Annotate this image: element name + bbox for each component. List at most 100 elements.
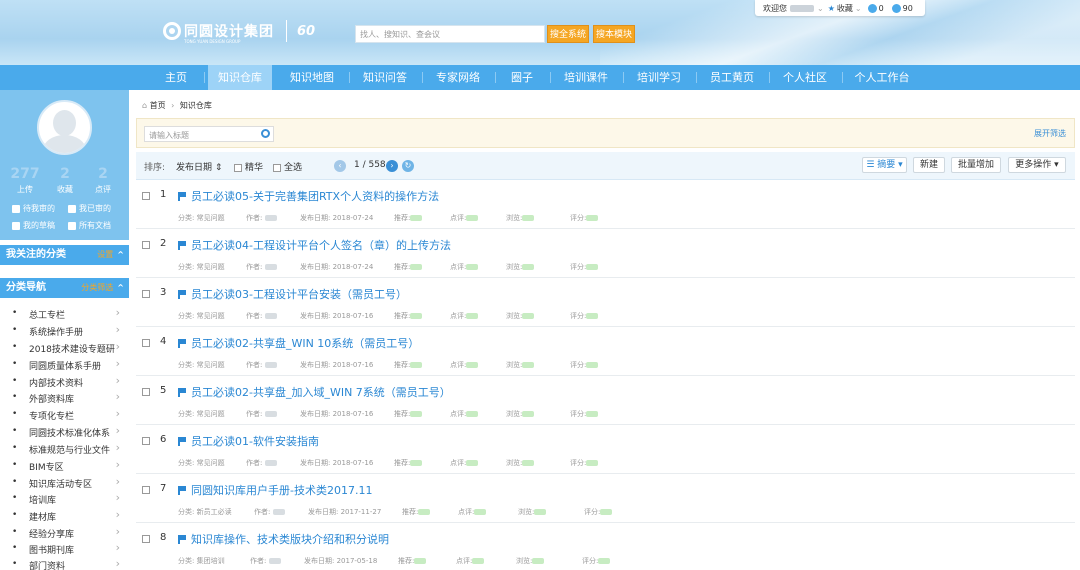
row-date: 发布日期: 2017-05-18 xyxy=(304,557,378,565)
message-icon[interactable] xyxy=(891,3,901,13)
row-checkbox[interactable] xyxy=(142,388,150,396)
checkbox-icon[interactable] xyxy=(273,163,281,172)
message-count[interactable]: 90 xyxy=(903,4,913,13)
comment-count[interactable]: 2 xyxy=(88,166,118,182)
chevron-up-icon[interactable]: ^ xyxy=(117,283,124,292)
row-title-text[interactable]: 员工必读02-共享盘_加入域_WIN 7系统（需员工号） xyxy=(191,386,451,399)
category-item[interactable]: 内部技术资料 xyxy=(12,376,120,389)
upload-count[interactable]: 277 xyxy=(10,166,40,182)
batch-add-button[interactable]: 批量增加 xyxy=(951,157,1001,173)
nav-knowledge-map[interactable]: 知识地图 xyxy=(281,65,343,90)
category-item[interactable]: 同圆技术标准化体系 xyxy=(12,426,120,439)
category-item[interactable]: 建材库 xyxy=(12,510,120,523)
nav-knowledge-qa[interactable]: 知识问答 xyxy=(354,65,416,90)
category-nav-header[interactable]: 分类导航 分类筛选 ^ xyxy=(0,278,129,298)
chevron-down-icon[interactable]: ⌄ xyxy=(817,4,824,13)
notice-count[interactable]: 0 xyxy=(879,4,884,13)
category-item[interactable]: 专项化专栏 xyxy=(12,409,120,422)
essence-checkbox[interactable]: 精华 xyxy=(234,160,263,173)
row-title-link[interactable]: 员工必读05-关于完善集团RTX个人资料的操作方法 xyxy=(178,188,439,204)
category-item[interactable]: 同圆质量体系手册 xyxy=(12,359,120,372)
logo[interactable]: 同圆设计集团 TONG YUAN DESIGN GROUP 60 xyxy=(163,20,315,44)
row-title-text[interactable]: 员工必读01-软件安装指南 xyxy=(191,435,319,448)
row-checkbox[interactable] xyxy=(142,241,150,249)
more-actions-dropdown[interactable]: 更多操作 ▾ xyxy=(1008,157,1066,173)
favorite-count[interactable]: 2 xyxy=(50,166,80,182)
row-title-link[interactable]: 员工必读03-工程设计平台安装（需员工号） xyxy=(178,286,407,302)
row-title-link[interactable]: 员工必读04-工程设计平台个人签名（章）的上传方法 xyxy=(178,237,451,253)
row-title-text[interactable]: 员工必读05-关于完善集团RTX个人资料的操作方法 xyxy=(191,190,439,203)
nav-home[interactable]: 主页 xyxy=(153,65,199,90)
to-review-link[interactable]: 待我审的 xyxy=(12,203,55,214)
row-title-text[interactable]: 员工必读04-工程设计平台个人签名（章）的上传方法 xyxy=(191,239,451,252)
new-button[interactable]: 新建 xyxy=(913,157,945,173)
nav-expert-network[interactable]: 专家网络 xyxy=(427,65,489,90)
row-checkbox[interactable] xyxy=(142,437,150,445)
category-item[interactable]: 2018技术建设专题研 xyxy=(12,342,120,355)
category-item[interactable]: 总工专栏 xyxy=(12,308,120,321)
row-title-text[interactable]: 员工必读03-工程设计平台安装（需员工号） xyxy=(191,288,407,301)
nav-training-courseware[interactable]: 培训课件 xyxy=(555,65,617,90)
category-item[interactable]: 系统操作手册 xyxy=(12,325,120,338)
nav-personal-workbench[interactable]: 个人工作台 xyxy=(847,65,917,90)
chevron-up-icon[interactable]: ^ xyxy=(117,250,124,259)
row-checkbox[interactable] xyxy=(142,290,150,298)
row-title-text[interactable]: 同圆知识库用户手册-技术类2017.11 xyxy=(191,484,372,497)
nav-personal-community[interactable]: 个人社区 xyxy=(774,65,836,90)
checkbox-icon[interactable] xyxy=(234,163,242,172)
nav-circles[interactable]: 圈子 xyxy=(500,65,544,90)
refresh-icon[interactable]: ↻ xyxy=(402,160,414,172)
select-all-checkbox[interactable]: 全选 xyxy=(273,160,302,173)
row-checkbox[interactable] xyxy=(142,535,150,543)
title-filter-input[interactable]: 请输入标题 xyxy=(144,126,274,142)
row-title-link[interactable]: 同圆知识库用户手册-技术类2017.11 xyxy=(178,482,372,498)
home-icon[interactable]: ⌂ xyxy=(142,101,147,110)
category-item[interactable]: 标准规范与行业文件 xyxy=(12,443,120,456)
flag-icon xyxy=(178,290,187,299)
breadcrumb-home[interactable]: 首页 xyxy=(150,101,166,110)
global-search-input[interactable]: 找人、搜知识、查会议 xyxy=(355,25,545,43)
next-page-icon[interactable]: › xyxy=(386,160,398,172)
reviewed-link[interactable]: 我已审的 xyxy=(68,203,111,214)
nav-knowledge-repo[interactable]: 知识仓库 xyxy=(208,65,272,90)
nav-staff-directory[interactable]: 员工黄页 xyxy=(701,65,763,90)
category-item[interactable]: 部门资料 xyxy=(12,559,120,570)
prev-page-icon[interactable]: ‹ xyxy=(334,160,346,172)
row-title-link[interactable]: 员工必读01-软件安装指南 xyxy=(178,433,319,449)
row-title-link[interactable]: 员工必读02-共享盘_WIN 10系统（需员工号） xyxy=(178,335,419,351)
avatar[interactable] xyxy=(37,100,92,155)
search-icon[interactable] xyxy=(261,129,270,138)
row-checkbox[interactable] xyxy=(142,339,150,347)
view-mode-dropdown[interactable]: ☰ 摘要 ▾ xyxy=(862,157,907,173)
my-drafts-link[interactable]: 我的草稿 xyxy=(12,220,55,231)
category-item[interactable]: 图书期刊库 xyxy=(12,543,120,556)
row-date: 发布日期: 2018-07-16 xyxy=(300,410,374,418)
category-filter-link[interactable]: 分类筛选 xyxy=(81,283,113,292)
username-redacted[interactable] xyxy=(790,4,814,12)
row-checkbox[interactable] xyxy=(142,192,150,200)
all-docs-link[interactable]: 所有文档 xyxy=(68,220,111,231)
category-item[interactable]: 经验分享库 xyxy=(12,527,120,540)
row-number: 8 xyxy=(160,532,167,543)
category-item[interactable]: 培训库 xyxy=(12,493,120,506)
favorites-link[interactable]: 收藏 xyxy=(837,3,853,14)
row-title-text[interactable]: 知识库操作、技术类版块介绍和积分说明 xyxy=(191,533,389,546)
row-title-link[interactable]: 知识库操作、技术类版块介绍和积分说明 xyxy=(178,531,389,547)
sort-date-button[interactable]: 发布日期 ⇕ xyxy=(176,160,222,173)
nav-training-study[interactable]: 培训学习 xyxy=(628,65,690,90)
avatar-body-icon xyxy=(43,135,86,153)
search-all-button[interactable]: 搜全系统 xyxy=(547,25,589,43)
row-title-link[interactable]: 员工必读02-共享盘_加入域_WIN 7系统（需员工号） xyxy=(178,384,451,400)
category-item[interactable]: 外部资料库 xyxy=(12,392,120,405)
category-item[interactable]: 知识库活动专区 xyxy=(12,477,120,490)
chevron-down-icon[interactable]: ⌄ xyxy=(855,4,862,13)
category-item[interactable]: BIM专区 xyxy=(12,460,120,473)
expand-filter-link[interactable]: 展开筛选 xyxy=(1034,128,1066,139)
followed-categories-header[interactable]: 我关注的分类 设置 ^ xyxy=(0,245,129,265)
followed-settings-link[interactable]: 设置 xyxy=(97,250,113,259)
notice-icon[interactable] xyxy=(867,3,877,13)
search-module-button[interactable]: 搜本模块 xyxy=(593,25,635,43)
row-title-text[interactable]: 员工必读02-共享盘_WIN 10系统（需员工号） xyxy=(191,337,419,350)
row-checkbox[interactable] xyxy=(142,486,150,494)
star-icon[interactable]: ★ xyxy=(828,4,835,13)
